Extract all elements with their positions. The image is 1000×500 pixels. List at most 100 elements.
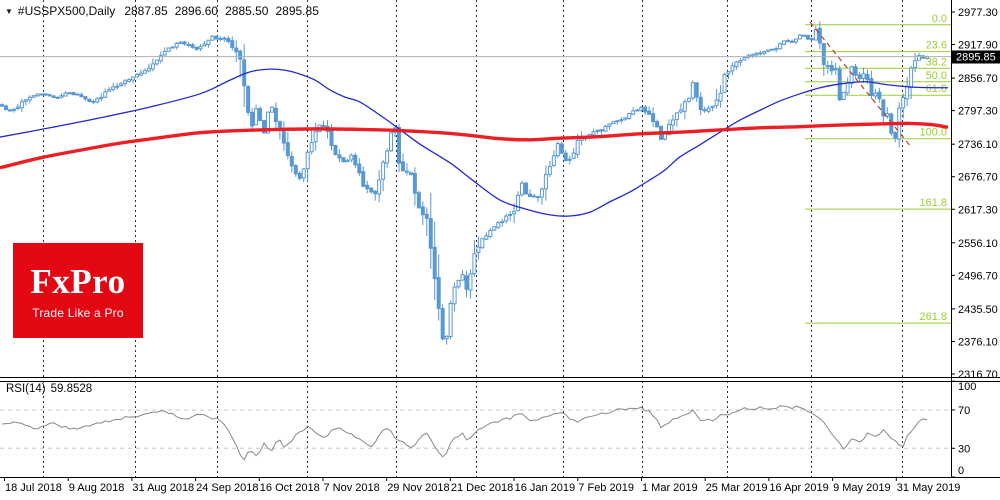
symbol-dropdown-arrow-icon[interactable]: ▼ xyxy=(5,7,13,16)
candle-down xyxy=(214,35,219,40)
candle-up xyxy=(718,92,723,102)
candle-up xyxy=(841,91,846,101)
candle-down xyxy=(420,206,425,216)
candle-up xyxy=(555,143,560,157)
date-tick-label: 31 Aug 2018 xyxy=(132,482,194,494)
candle-down xyxy=(186,44,191,47)
candle-up xyxy=(202,43,207,47)
candle-down xyxy=(563,152,568,162)
candle-up xyxy=(682,101,687,112)
quote-close: 2895.85 xyxy=(275,4,319,18)
candle-up xyxy=(31,95,36,98)
candle-down xyxy=(321,125,326,128)
candle-up xyxy=(512,210,517,215)
date-tick-label: 1 Mar 2019 xyxy=(642,482,698,494)
date-tick-label: 24 Sep 2018 xyxy=(196,482,258,494)
candle-down xyxy=(230,40,235,49)
candle-up xyxy=(452,286,457,305)
candle-up xyxy=(619,119,624,122)
candle-down xyxy=(869,78,874,96)
candle-up xyxy=(377,179,382,195)
candle-up xyxy=(11,108,16,112)
price-tick-label: 2376.10 xyxy=(958,336,998,348)
candle-up xyxy=(119,83,124,87)
candle-up xyxy=(575,139,580,155)
date-tick-label: 18 Jul 2018 xyxy=(5,482,62,494)
candle-up xyxy=(210,35,215,41)
candle-down xyxy=(559,143,564,154)
candle-down xyxy=(285,142,290,157)
candle-up xyxy=(15,106,20,109)
candle-down xyxy=(39,93,44,96)
candle-down xyxy=(226,38,231,43)
date-tick-label: 16 Apr 2019 xyxy=(769,482,828,494)
candle-up xyxy=(797,34,802,40)
fibonacci-level-label: 50.0 xyxy=(926,70,947,82)
rsi-tick-label: 0 xyxy=(958,465,964,477)
price-tick-label: 2917.90 xyxy=(958,40,998,52)
candle-down xyxy=(698,96,703,111)
candle-up xyxy=(738,60,743,63)
date-tick-label: 29 Nov 2018 xyxy=(387,482,449,494)
date-tick-label: 9 May 2019 xyxy=(833,482,890,494)
candle-down xyxy=(865,74,870,81)
candle-up xyxy=(313,131,318,143)
price-chart[interactable]: 0.023.638.250.061.8100.0161.8261.82977.3… xyxy=(0,0,1000,500)
candle-up xyxy=(170,46,175,49)
candle-down xyxy=(535,196,540,199)
candle-down xyxy=(412,172,417,194)
candle-up xyxy=(567,158,572,161)
candle-up xyxy=(99,96,104,100)
fibonacci-level-label: 161.8 xyxy=(919,197,947,209)
candle-up xyxy=(444,335,449,340)
candle-up xyxy=(603,125,608,132)
candle-up xyxy=(134,73,139,78)
candle-down xyxy=(329,130,334,146)
candle-up xyxy=(873,92,878,97)
candle-up xyxy=(492,226,497,231)
candle-up xyxy=(607,123,612,127)
rsi-indicator-name: RSI(14) xyxy=(6,383,46,395)
candle-up xyxy=(730,65,735,72)
rsi-tick-label: 30 xyxy=(958,443,970,455)
candle-up xyxy=(123,80,128,85)
candle-up xyxy=(178,41,183,44)
candle-down xyxy=(341,157,346,163)
candle-up xyxy=(174,42,179,48)
candle-up xyxy=(35,93,40,97)
candle-down xyxy=(83,96,88,100)
candle-up xyxy=(198,46,203,50)
candle-down xyxy=(218,37,223,40)
rsi-tick-label: 70 xyxy=(958,405,970,417)
candle-down xyxy=(432,246,437,280)
candle-up xyxy=(762,51,767,54)
candle-up xyxy=(794,38,798,43)
current-price-tag: 2895.85 xyxy=(951,50,1000,64)
price-tick-label: 2496.70 xyxy=(958,270,998,282)
candle-up xyxy=(269,106,274,113)
price-tick-label: 2736.10 xyxy=(958,139,998,151)
candle-up xyxy=(595,129,600,132)
candle-down xyxy=(651,113,656,123)
candle-down xyxy=(528,193,533,198)
candle-up xyxy=(27,96,32,101)
candle-up xyxy=(678,109,683,113)
candle-up xyxy=(726,71,731,75)
quote-low: 2885.50 xyxy=(225,4,269,18)
candle-up xyxy=(254,108,259,126)
candle-down xyxy=(817,27,822,44)
date-tick-label: 25 Mar 2019 xyxy=(706,482,768,494)
candle-up xyxy=(500,221,505,224)
quote-high: 2896.60 xyxy=(174,4,219,18)
candle-up xyxy=(543,174,548,190)
fibonacci-level-label: 261.8 xyxy=(919,311,947,323)
candle-up xyxy=(301,168,306,179)
rsi-tick-label: 100 xyxy=(958,381,976,393)
candle-down xyxy=(599,129,604,132)
price-tick-label: 2435.50 xyxy=(958,304,998,316)
candle-down xyxy=(464,275,469,290)
candle-down xyxy=(853,66,858,76)
candle-up xyxy=(547,166,552,175)
candle-up xyxy=(115,85,120,88)
candle-down xyxy=(790,40,795,43)
